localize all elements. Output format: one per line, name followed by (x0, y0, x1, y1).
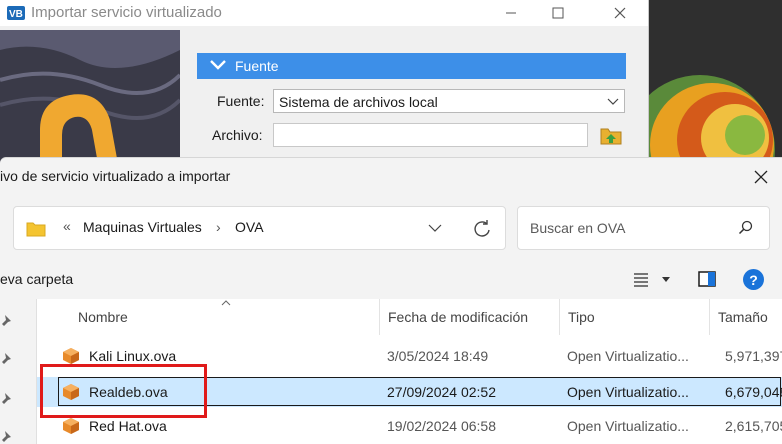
close-icon (614, 7, 626, 19)
source-label: Fuente: (217, 93, 265, 109)
search-input[interactable] (528, 219, 732, 237)
pin-icon[interactable] (0, 314, 14, 328)
file-modified: 27/09/2024 02:52 (387, 384, 496, 400)
column-header-name[interactable]: Nombre (78, 309, 128, 325)
ova-package-icon (63, 418, 79, 434)
file-path-input[interactable] (273, 123, 588, 147)
wizard-illustration (0, 30, 180, 175)
chevron-down-icon[interactable] (428, 222, 442, 234)
file-size: 5,971,397 (725, 348, 782, 364)
minimize-button[interactable] (488, 0, 534, 26)
pin-icon[interactable] (0, 430, 14, 444)
chevron-down-icon (607, 98, 619, 105)
column-divider[interactable] (709, 299, 710, 335)
address-bar[interactable]: « Maquinas Virtuales › OVA (13, 206, 506, 250)
minimize-icon (506, 12, 516, 14)
source-select-value: Sistema de archivos local (279, 94, 438, 110)
breadcrumb-item[interactable]: OVA (235, 219, 264, 235)
search-icon[interactable] (738, 220, 754, 236)
column-divider[interactable] (559, 299, 560, 335)
help-button[interactable]: ? (743, 269, 764, 290)
source-select[interactable]: Sistema de archivos local (273, 89, 625, 113)
new-folder-button[interactable]: eva carpeta (0, 271, 73, 287)
search-box[interactable] (517, 206, 770, 250)
file-name: Red Hat.ova (89, 418, 167, 434)
file-modified: 19/02/2024 06:58 (387, 418, 496, 434)
pin-icon[interactable] (0, 392, 14, 406)
file-type: Open Virtualizatio... (567, 418, 689, 434)
folder-browse-icon[interactable] (599, 124, 623, 146)
column-header-type[interactable]: Tipo (568, 309, 595, 325)
import-appliance-window: VB Importar servicio virtualizado Fuente… (0, 0, 649, 175)
file-size: 6,679,048 (725, 384, 782, 400)
dialog-close-button[interactable] (748, 164, 774, 190)
file-size: 2,615,705 (725, 418, 782, 434)
column-header-size[interactable]: Tamaño (718, 309, 768, 325)
source-section-header[interactable]: Fuente (197, 53, 626, 79)
column-divider[interactable] (379, 299, 380, 335)
annotation-highlight-box (40, 364, 207, 418)
breadcrumb-separator-icon: › (216, 219, 221, 235)
breadcrumb-item[interactable]: Maquinas Virtuales (83, 219, 202, 235)
svg-text:VB: VB (9, 9, 23, 20)
file-type: Open Virtualizatio... (567, 348, 689, 364)
preview-pane-icon[interactable] (698, 271, 716, 287)
chevron-down-icon (210, 60, 226, 70)
ova-package-icon (63, 348, 79, 364)
maximize-button[interactable] (535, 0, 581, 26)
dialog-title: ivo de servicio virtualizado a importar (0, 168, 231, 184)
column-header-date[interactable]: Fecha de modificación (388, 309, 528, 325)
close-icon (754, 170, 768, 184)
file-modified: 3/05/2024 18:49 (387, 348, 489, 364)
dialog-toolbar: eva carpeta ? (0, 262, 782, 298)
pin-icon[interactable] (0, 352, 14, 366)
navigation-pane (0, 299, 37, 444)
close-button[interactable] (597, 0, 643, 26)
folder-icon (26, 222, 46, 237)
virtualbox-icon: VB (7, 6, 25, 20)
title-bar: VB Importar servicio virtualizado (0, 0, 648, 26)
caret-down-icon[interactable] (661, 276, 671, 284)
file-name: Kali Linux.ova (89, 348, 177, 364)
sort-ascending-icon (221, 300, 231, 306)
window-title: Importar servicio virtualizado (31, 4, 222, 21)
file-type: Open Virtualizatio... (567, 384, 689, 400)
section-title: Fuente (235, 58, 279, 74)
refresh-icon[interactable] (472, 219, 492, 239)
maximize-icon (552, 7, 564, 19)
view-options-icon[interactable] (632, 271, 650, 287)
file-label: Archivo: (212, 127, 263, 143)
overflow-chevron-icon[interactable]: « (63, 218, 71, 234)
